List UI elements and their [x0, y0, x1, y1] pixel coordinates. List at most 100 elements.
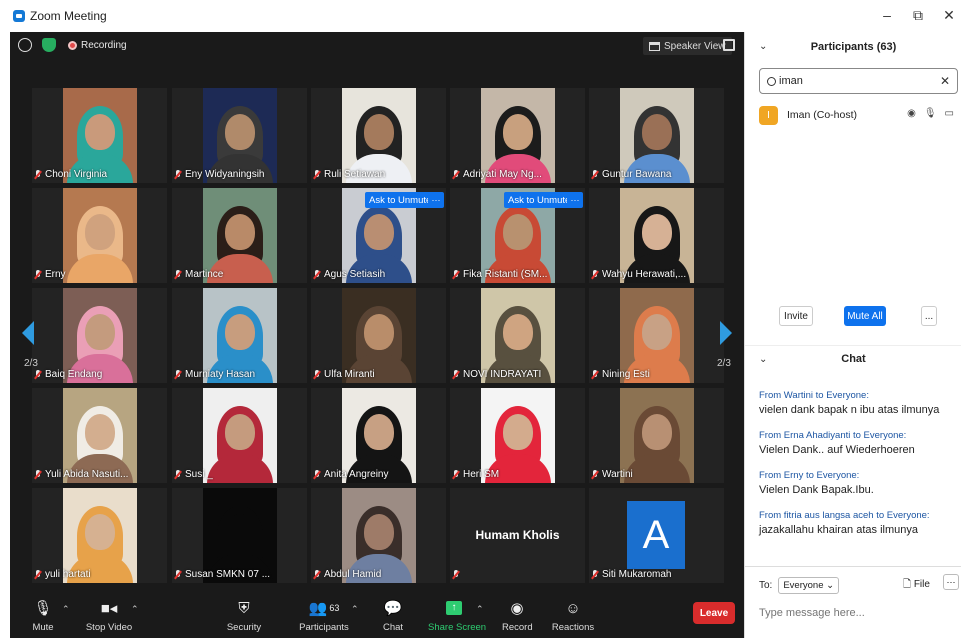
participants-options-chevron-icon[interactable]: ⌃	[351, 604, 359, 615]
audio-options-chevron-icon[interactable]: ⌃	[62, 604, 70, 615]
video-tile[interactable]: NOVI INDRAYATI	[450, 288, 585, 383]
video-stage: Recording Speaker View Choni Virginia Eny…	[10, 32, 744, 638]
muted-mic-icon	[313, 269, 321, 280]
window-title: Zoom Meeting	[30, 9, 107, 23]
muted-mic-icon	[174, 369, 182, 380]
participant-row[interactable]: I Iman (Co-host) ◉ 🎙 ▭	[759, 104, 961, 126]
restore-button[interactable]: ⧉	[908, 7, 928, 24]
prev-page-arrow-icon[interactable]	[22, 321, 34, 345]
video-options-chevron-icon[interactable]: ⌃	[131, 604, 139, 615]
participants-more-button[interactable]: ...	[921, 306, 937, 326]
muted-mic-icon	[174, 169, 182, 180]
participant-search-input[interactable]: iman	[779, 75, 803, 87]
video-tile[interactable]: Humam Kholis	[450, 488, 585, 583]
ask-to-unmute-button[interactable]: Ask to Unmute	[504, 192, 575, 208]
video-tile[interactable]: A Siti Mukaromah	[589, 488, 724, 583]
participant-search-box[interactable]: iman ✕	[759, 68, 958, 94]
video-tile[interactable]: Wartini	[589, 388, 724, 483]
video-tile[interactable]: Heri SM	[450, 388, 585, 483]
meeting-top-bar: Recording Speaker View	[10, 32, 744, 60]
video-tile[interactable]: Baiq Endang	[32, 288, 167, 383]
video-tile[interactable]: Yuli Abida Nasuti...	[32, 388, 167, 483]
participant-name-tag: Heri SM	[452, 469, 499, 480]
clear-search-icon[interactable]: ✕	[940, 74, 950, 88]
invite-button[interactable]: Invite	[779, 306, 813, 326]
leave-button[interactable]: Leave	[693, 602, 735, 624]
video-tile[interactable]: Abdul Hamid	[311, 488, 446, 583]
muted-mic-icon	[452, 469, 460, 480]
participant-video-icon[interactable]: ▭	[945, 108, 954, 119]
video-tile[interactable]: Erny	[32, 188, 167, 283]
participant-mic-icon[interactable]: 🎙	[924, 108, 937, 119]
video-tile[interactable]: Susan SMKN 07 ...	[172, 488, 307, 583]
speaker-view-button[interactable]: Speaker View	[643, 37, 732, 55]
reactions-button[interactable]: ☺ Reactions	[551, 598, 595, 634]
muted-mic-icon	[591, 369, 599, 380]
video-tile[interactable]: Fika Ristanti (SM... Ask to Unmute ···	[450, 188, 585, 283]
muted-mic-icon	[34, 569, 42, 580]
participant-name-tag: Martince	[174, 269, 223, 280]
file-button[interactable]: 🗋 File	[903, 577, 930, 594]
muted-mic-icon	[452, 570, 460, 580]
page-indicator-right: 2/3	[717, 358, 731, 369]
chat-bubble-icon: 💬	[383, 600, 403, 617]
participant-name: Ulfa Miranti	[324, 369, 375, 380]
chat-title: Chat	[841, 353, 866, 365]
muted-mic-icon	[174, 569, 182, 580]
shield-icon[interactable]	[42, 38, 56, 52]
video-tile[interactable]: Agus Setiasih Ask to Unmute ···	[311, 188, 446, 283]
participant-name: Anita Angreiny	[324, 469, 389, 480]
info-icon[interactable]	[18, 38, 32, 52]
next-page-arrow-icon[interactable]	[720, 321, 732, 345]
chat-message-input[interactable]	[759, 607, 949, 619]
security-shield-icon: ⛨	[238, 599, 250, 617]
share-options-chevron-icon[interactable]: ⌃	[476, 604, 484, 615]
participant-video-feed	[202, 388, 277, 483]
participant-avatar: I	[759, 105, 778, 125]
avatar-placeholder: A	[627, 501, 685, 569]
minimize-button[interactable]: –	[877, 7, 897, 23]
video-camera-icon: ■◂	[100, 600, 118, 617]
participant-name-tag: Wartini	[591, 469, 633, 480]
record-button[interactable]: ◉ Record	[502, 598, 533, 633]
share-screen-label: Share Screen	[428, 622, 487, 633]
video-tile[interactable]: Nining Esti	[589, 288, 724, 383]
tile-more-options-icon[interactable]: ···	[567, 192, 583, 208]
mute-button[interactable]: 🎙 Mute	[28, 598, 58, 633]
video-tile[interactable]: Wahyu Herawati,...	[589, 188, 724, 283]
participant-name: Abdul Hamid	[324, 569, 382, 580]
video-tile[interactable]: Adriyati May Ng...	[450, 88, 585, 183]
muted-mic-icon	[34, 469, 42, 480]
chat-button[interactable]: 💬 Chat	[381, 598, 405, 633]
zoom-window: Zoom Meeting – ⧉ ✕ Recording Speaker Vie…	[0, 0, 961, 638]
participants-button[interactable]: 👥 63 Participants	[294, 598, 354, 633]
security-button[interactable]: ⛨ Security	[224, 598, 264, 634]
chat-text: Vielen Dank Bapak.Ibu.	[759, 484, 874, 496]
video-tile[interactable]: Anita Angreiny	[311, 388, 446, 483]
video-tile[interactable]: yuli hartati	[32, 488, 167, 583]
chat-more-button[interactable]: ···	[943, 574, 959, 590]
share-screen-button[interactable]: ↑ Share Screen	[428, 598, 487, 633]
video-tile[interactable]: Eny Widyaningsih	[172, 88, 307, 183]
side-panel: ⌄ Participants (63) iman ✕ I Iman (Co-ho…	[744, 32, 961, 638]
video-tile[interactable]: Murniaty Hasan	[172, 288, 307, 383]
file-label: File	[913, 579, 930, 590]
participant-name: Wartini	[602, 469, 633, 480]
video-tile[interactable]: Ruli Setiawan	[311, 88, 446, 183]
recording-indicator[interactable]: Recording	[68, 40, 127, 51]
stop-video-button[interactable]: ■◂ Stop Video	[82, 598, 136, 633]
mute-all-button[interactable]: Mute All	[844, 306, 886, 326]
chat-text: vielen dank bapak n ibu atas ilmunya	[759, 404, 940, 416]
video-tile[interactable]: Ulfa Miranti	[311, 288, 446, 383]
ask-to-unmute-button[interactable]: Ask to Unmute	[365, 192, 436, 208]
participants-icon: 👥 63	[308, 600, 340, 617]
fullscreen-icon[interactable]	[723, 39, 735, 51]
recipient-select[interactable]: Everyone ⌄	[778, 577, 840, 594]
video-tile[interactable]: Martince	[172, 188, 307, 283]
tile-more-options-icon[interactable]: ···	[428, 192, 444, 208]
video-tile[interactable]: Guntur Bawana	[589, 88, 724, 183]
video-tile[interactable]: Susi _	[172, 388, 307, 483]
video-tile[interactable]: Choni Virginia	[32, 88, 167, 183]
close-button[interactable]: ✕	[939, 7, 959, 24]
mute-label: Mute	[32, 622, 54, 633]
